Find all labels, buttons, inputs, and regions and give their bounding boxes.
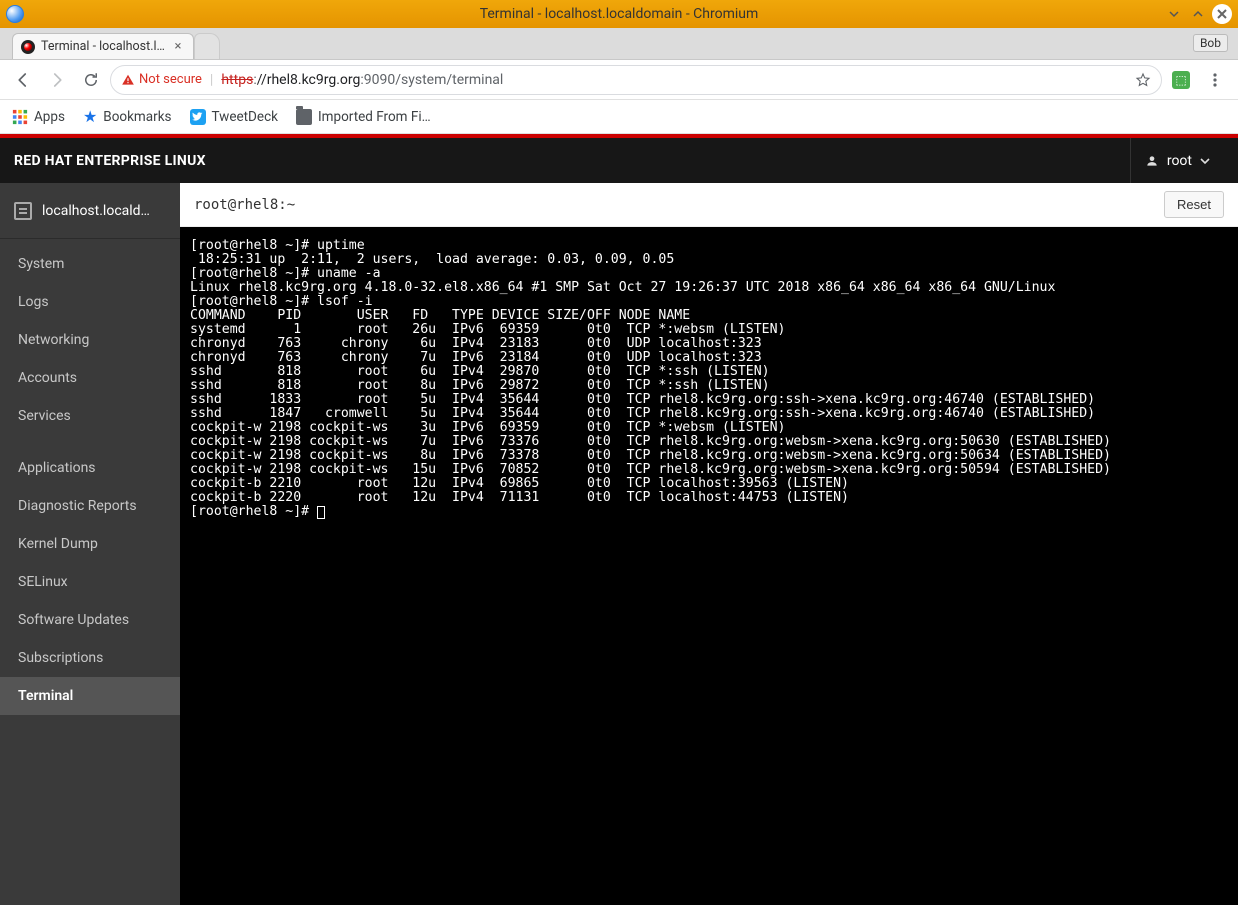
user-menu[interactable]: root xyxy=(1130,138,1224,183)
browser-tabstrip: Terminal - localhost.l… × Bob xyxy=(0,28,1238,60)
url-separator: | xyxy=(210,72,213,88)
imported-label: Imported From Fi… xyxy=(318,109,431,125)
extension-icon: ⬚ xyxy=(1172,71,1190,89)
bookmarks-bar: Apps ★ Bookmarks TweetDeck Imported From… xyxy=(0,100,1238,134)
tweetdeck-shortcut[interactable]: TweetDeck xyxy=(190,109,279,125)
browser-toolbar: Not secure | https://rhel8.kc9rg.org:909… xyxy=(0,60,1238,100)
sidebar-nav: SystemLogsNetworkingAccountsServices Appl… xyxy=(0,239,180,715)
forward-button[interactable] xyxy=(42,65,72,95)
tab-close-button[interactable]: × xyxy=(171,40,185,54)
kebab-menu-icon xyxy=(1207,72,1223,88)
user-icon xyxy=(1145,154,1159,168)
reset-button[interactable]: Reset xyxy=(1164,191,1224,218)
masthead: RED HAT ENTERPRISE LINUX root xyxy=(0,138,1238,183)
user-label: root xyxy=(1167,153,1192,169)
apps-shortcut[interactable]: Apps xyxy=(12,109,65,125)
sidebar-item-networking[interactable]: Networking xyxy=(0,321,180,359)
apps-grid-icon xyxy=(12,109,28,125)
terminal-breadcrumb: root@rhel8:~ xyxy=(194,197,295,213)
sidebar-item-system[interactable]: System xyxy=(0,245,180,283)
imported-folder[interactable]: Imported From Fi… xyxy=(296,109,431,125)
tab-title: Terminal - localhost.l… xyxy=(41,39,165,54)
bookmark-star-button[interactable] xyxy=(1135,72,1151,88)
browser-menu-button[interactable] xyxy=(1200,65,1230,95)
new-tab-button[interactable] xyxy=(194,33,220,59)
main-panel: root@rhel8:~ Reset [root@rhel8 ~]# uptim… xyxy=(180,183,1238,905)
sidebar-item-selinux[interactable]: SELinux xyxy=(0,563,180,601)
brand-title: RED HAT ENTERPRISE LINUX xyxy=(14,153,206,169)
url-text: https://rhel8.kc9rg.org:9090/system/term… xyxy=(221,72,1127,88)
bookmarks-label: Bookmarks xyxy=(103,109,171,125)
not-secure-label: Not secure xyxy=(139,72,202,87)
apps-label: Apps xyxy=(34,109,65,125)
url-bar[interactable]: Not secure | https://rhel8.kc9rg.org:909… xyxy=(110,65,1162,95)
browser-tab[interactable]: Terminal - localhost.l… × xyxy=(12,33,194,59)
redhat-favicon-icon xyxy=(21,40,35,54)
page-content: RED HAT ENTERPRISE LINUX root localhost.… xyxy=(0,134,1238,905)
sidebar-item-applications[interactable]: Applications xyxy=(0,449,180,487)
terminal-header: root@rhel8:~ Reset xyxy=(180,183,1238,227)
host-label: localhost.locald… xyxy=(42,203,150,219)
sidebar-item-subscriptions[interactable]: Subscriptions xyxy=(0,639,180,677)
sidebar-item-kernel-dump[interactable]: Kernel Dump xyxy=(0,525,180,563)
warning-icon xyxy=(121,73,135,87)
twitter-icon xyxy=(190,109,206,125)
sidebar-item-terminal[interactable]: Terminal xyxy=(0,677,180,715)
sidebar: localhost.locald… SystemLogsNetworkingAc… xyxy=(0,183,180,905)
bookmarks-shortcut[interactable]: ★ Bookmarks xyxy=(83,107,172,126)
back-button[interactable] xyxy=(8,65,38,95)
terminal-output[interactable]: [root@rhel8 ~]# uptime 18:25:31 up 2:11,… xyxy=(180,227,1238,905)
sidebar-item-services[interactable]: Services xyxy=(0,397,180,435)
terminal-cursor xyxy=(317,506,325,519)
tweetdeck-label: TweetDeck xyxy=(212,109,279,125)
sidebar-item-diagnostic-reports[interactable]: Diagnostic Reports xyxy=(0,487,180,525)
not-secure-indicator[interactable]: Not secure xyxy=(121,72,202,87)
profile-badge[interactable]: Bob xyxy=(1193,34,1228,52)
extension-button[interactable]: ⬚ xyxy=(1166,65,1196,95)
sidebar-item-accounts[interactable]: Accounts xyxy=(0,359,180,397)
star-icon: ★ xyxy=(83,107,97,126)
reload-button[interactable] xyxy=(76,65,106,95)
host-selector[interactable]: localhost.locald… xyxy=(0,183,180,239)
server-icon xyxy=(14,202,32,220)
window-title: Terminal - localhost.localdomain - Chrom… xyxy=(0,6,1238,22)
window-titlebar: Terminal - localhost.localdomain - Chrom… xyxy=(0,0,1238,28)
sidebar-item-software-updates[interactable]: Software Updates xyxy=(0,601,180,639)
folder-icon xyxy=(296,109,312,125)
chevron-down-icon xyxy=(1200,156,1210,166)
sidebar-item-logs[interactable]: Logs xyxy=(0,283,180,321)
